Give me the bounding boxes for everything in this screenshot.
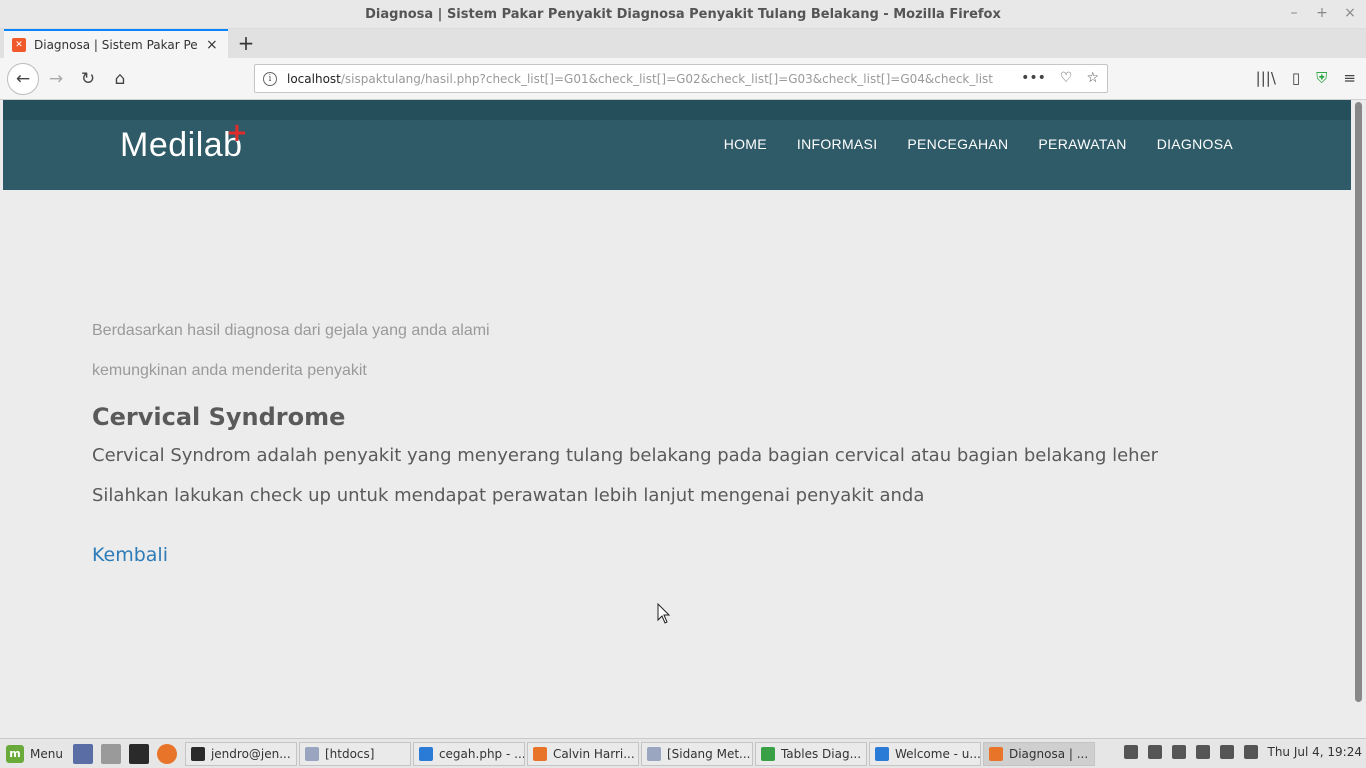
file-manager-icon[interactable] — [100, 743, 121, 764]
task-vscode-welcome[interactable]: Welcome - u... — [868, 741, 981, 766]
url-bar[interactable]: i localhost/sispaktulang/hasil.php?check… — [254, 64, 1108, 93]
window-title: Diagnosa | Sistem Pakar Penyakit Diagnos… — [365, 6, 1001, 22]
logo-plus-icon: + — [226, 118, 248, 148]
site-menu: HOME INFORMASI PENCEGAHAN PERAWATAN DIAG… — [724, 136, 1233, 152]
task-label: Tables Diag... — [780, 746, 862, 761]
window-titlebar: Diagnosa | Sistem Pakar Penyakit Diagnos… — [0, 0, 1366, 29]
display-icon[interactable] — [1147, 745, 1162, 759]
system-tray: Thu Jul 4, 19:24 — [1123, 745, 1363, 759]
task-label: Diagnosa | ... — [1008, 746, 1089, 761]
maximize-button[interactable]: + — [1316, 5, 1328, 21]
url-path: /sispaktulang/hasil.php?check_list[]=G01… — [340, 71, 993, 86]
tab-diagnosa[interactable]: ✕ Diagnosa | Sistem Pakar Penyakit Diagn… — [4, 29, 228, 58]
folder-icon — [304, 746, 319, 761]
kembali-link[interactable]: Kembali — [92, 544, 168, 566]
network-signal-icon[interactable] — [1195, 745, 1210, 759]
reload-button[interactable]: ↻ — [72, 63, 104, 95]
quick-launch — [72, 743, 177, 764]
page-actions-icon[interactable]: ••• — [1021, 70, 1046, 86]
vscode-icon — [874, 746, 889, 761]
mint-logo-icon: m — [6, 744, 24, 763]
tab-strip: ✕ Diagnosa | Sistem Pakar Penyakit Diagn… — [0, 29, 1366, 58]
site-logo[interactable]: Medilab — [120, 126, 243, 165]
sidebar-icon[interactable]: ▯ — [1292, 69, 1300, 87]
folder-icon — [646, 746, 661, 761]
task-tables[interactable]: Tables Diag... — [754, 741, 867, 766]
menu-home[interactable]: HOME — [724, 136, 767, 152]
page-scrollbar[interactable] — [1351, 100, 1366, 738]
firefox-task-icon — [988, 746, 1003, 761]
bookmark-star-icon[interactable]: ☆ — [1086, 70, 1099, 86]
library-icon[interactable]: |||\ — [1256, 69, 1276, 87]
spreadsheet-icon — [760, 746, 775, 761]
tab-close-icon[interactable]: × — [206, 37, 218, 53]
xampp-favicon-icon: ✕ — [12, 37, 26, 52]
site-header: Medilab + HOME INFORMASI PENCEGAHAN PERA… — [3, 100, 1351, 190]
terminal-icon[interactable] — [128, 743, 149, 764]
security-shield-icon[interactable] — [1171, 745, 1186, 759]
disease-description: Cervical Syndrom adalah penyakit yang me… — [92, 445, 1159, 466]
task-label: Welcome - u... — [894, 746, 981, 761]
firefox-icon[interactable] — [156, 743, 177, 764]
task-firefox-calvin[interactable]: Calvin Harri... — [526, 741, 639, 766]
task-vscode-cegah[interactable]: cegah.php - ... — [412, 741, 525, 766]
tab-label: Diagnosa | Sistem Pakar Penyakit Diagnos… — [34, 37, 198, 52]
start-menu-button[interactable]: m Menu — [0, 744, 69, 763]
home-button[interactable]: ⌂ — [104, 63, 136, 95]
intro-line-1: Berdasarkan hasil diagnosa dari gejala y… — [92, 322, 490, 339]
task-htdocs[interactable]: [htdocs] — [298, 741, 411, 766]
header-top-strip — [3, 100, 1351, 120]
url-actions: ••• ♡ ☆ — [1021, 70, 1099, 86]
clock[interactable]: Thu Jul 4, 19:24 — [1268, 745, 1363, 759]
terminal-task-icon — [190, 746, 205, 761]
task-terminal[interactable]: jendro@jen... — [184, 741, 297, 766]
mouse-cursor-icon — [657, 603, 671, 624]
shield-icon[interactable]: ⛨ — [1316, 69, 1327, 87]
volume-icon[interactable] — [1219, 745, 1234, 759]
menu-pencegahan[interactable]: PENCEGAHAN — [907, 136, 1008, 152]
task-label: [htdocs] — [324, 746, 375, 761]
back-button[interactable]: ← — [7, 63, 39, 95]
url-host: localhost — [287, 71, 341, 86]
task-sidang[interactable]: [Sidang Met... — [640, 741, 753, 766]
start-menu-label: Menu — [30, 746, 63, 761]
window-controls: – + × — [1288, 5, 1356, 21]
page-viewport: Medilab + HOME INFORMASI PENCEGAHAN PERA… — [3, 100, 1351, 738]
url-text[interactable]: localhost/sispaktulang/hasil.php?check_l… — [287, 72, 993, 86]
task-label: [Sidang Met... — [666, 746, 751, 761]
scrollbar-thumb[interactable] — [1355, 102, 1362, 702]
bluetooth-icon[interactable] — [1123, 745, 1138, 759]
task-label: jendro@jen... — [210, 746, 291, 761]
menu-informasi[interactable]: INFORMASI — [797, 136, 877, 152]
show-desktop-icon[interactable] — [72, 743, 93, 764]
toolbar-right: |||\ ▯ ⛨ ≡ — [1256, 69, 1356, 87]
new-tab-button[interactable]: + — [234, 31, 258, 55]
minimize-button[interactable]: – — [1288, 5, 1300, 21]
menu-diagnosa[interactable]: DIAGNOSA — [1157, 136, 1233, 152]
pocket-icon[interactable]: ♡ — [1060, 70, 1073, 86]
forward-button[interactable]: → — [40, 63, 72, 95]
navigation-toolbar: ← → ↻ ⌂ i localhost/sispaktulang/hasil.p… — [0, 58, 1366, 100]
disease-name: Cervical Syndrome — [92, 403, 346, 431]
firefox-task-icon — [532, 746, 547, 761]
taskbar: m Menu jendro@jen... [htdocs] cegah.php … — [0, 738, 1366, 768]
vscode-icon — [418, 746, 433, 761]
hamburger-menu-icon[interactable]: ≡ — [1343, 69, 1356, 87]
menu-perawatan[interactable]: PERAWATAN — [1038, 136, 1126, 152]
task-firefox-diagnosa[interactable]: Diagnosa | ... — [982, 741, 1095, 766]
advice-text: Silahkan lakukan check up untuk mendapat… — [92, 485, 925, 506]
result-content: Berdasarkan hasil diagnosa dari gejala y… — [92, 320, 1158, 566]
intro-line-2: kemungkinan anda menderita penyakit — [92, 362, 367, 379]
task-label: cegah.php - ... — [438, 746, 525, 761]
task-list: jendro@jen... [htdocs] cegah.php - ... C… — [184, 741, 1095, 766]
close-window-button[interactable]: × — [1344, 5, 1356, 21]
site-info-icon[interactable]: i — [263, 71, 277, 86]
task-label: Calvin Harri... — [552, 746, 635, 761]
battery-icon[interactable] — [1243, 745, 1258, 759]
